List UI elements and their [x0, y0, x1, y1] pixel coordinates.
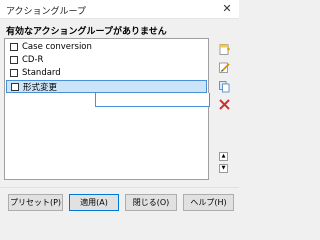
checkbox[interactable]	[11, 82, 19, 91]
list-item-label: CD-R	[22, 55, 44, 65]
move-up-button[interactable]: ▲	[219, 152, 228, 161]
divider	[0, 187, 239, 188]
copy-icon	[219, 81, 230, 93]
checkbox[interactable]	[10, 56, 18, 64]
move-down-button[interactable]: ▼	[219, 164, 228, 173]
close-button[interactable]: ✕	[219, 1, 235, 17]
edit-button[interactable]	[217, 60, 232, 75]
status-message: 有効なアクショングループがありません	[6, 27, 167, 37]
title-bar: アクショングループ ✕	[0, 0, 239, 19]
apply-button[interactable]: 適用(A)	[69, 194, 119, 211]
checkbox[interactable]	[10, 43, 18, 51]
list-item[interactable]: Case conversion	[6, 41, 207, 53]
list-item[interactable]: Standard	[6, 67, 207, 79]
delete-icon	[219, 99, 230, 110]
checkbox[interactable]	[10, 69, 18, 77]
delete-button[interactable]	[217, 97, 232, 112]
rename-edit-field[interactable]	[95, 93, 210, 107]
copy-button[interactable]	[217, 79, 232, 94]
edit-icon	[219, 62, 230, 73]
list-item-label: 形式変更	[23, 82, 58, 93]
list-item[interactable]: CD-R	[6, 54, 207, 66]
new-button[interactable]	[217, 42, 232, 57]
new-icon	[219, 44, 230, 55]
close-dialog-button[interactable]: 閉じる(O)	[125, 194, 177, 211]
preset-button[interactable]: プリセット(P)	[8, 194, 63, 211]
window-title: アクショングループ	[6, 7, 87, 17]
list-item-label: Standard	[22, 68, 61, 78]
help-button[interactable]: ヘルプ(H)	[183, 194, 234, 211]
list-item-selected[interactable]: 形式変更	[6, 80, 210, 107]
action-group-list[interactable]: Case conversion CD-R Standard 形式変更	[4, 38, 210, 180]
list-item-label: Case conversion	[22, 42, 92, 52]
